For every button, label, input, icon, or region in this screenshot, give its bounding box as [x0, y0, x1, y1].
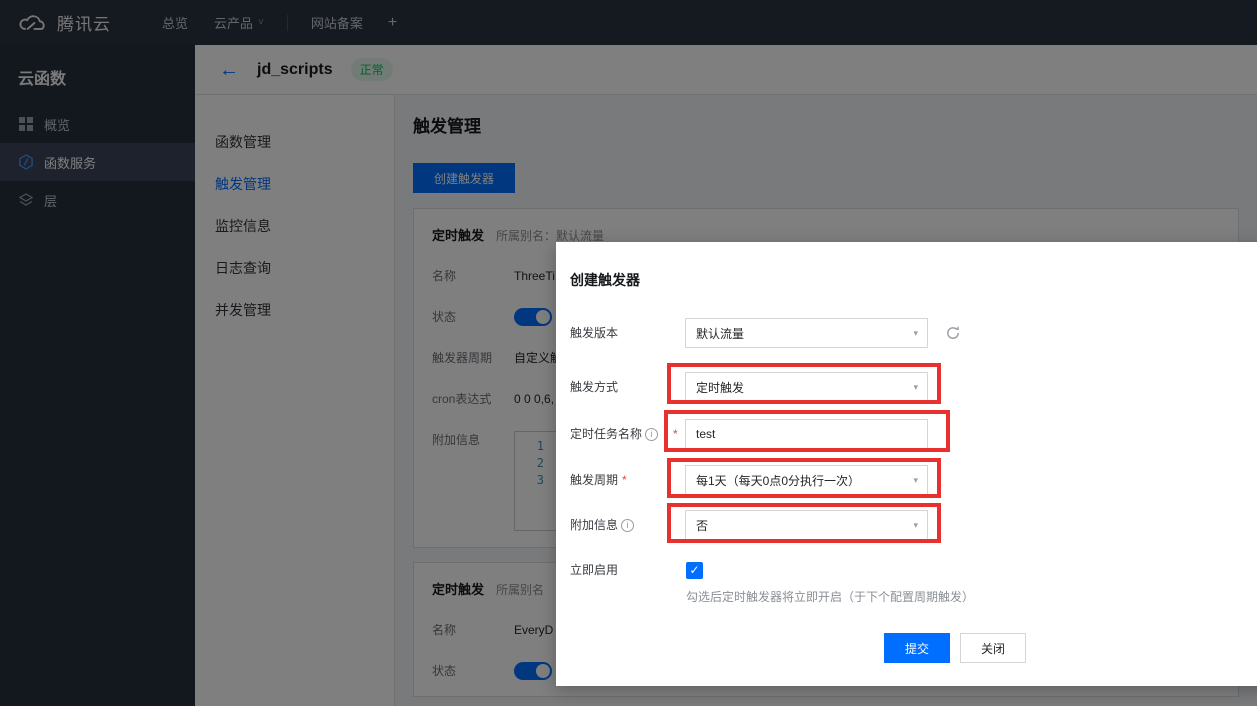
trigger-period-select[interactable]: 每1天（每天0点0分执行一次） ▾: [685, 465, 928, 495]
chevron-down-icon: ▾: [913, 373, 918, 401]
close-button[interactable]: 关闭: [960, 633, 1026, 663]
info-icon: i: [645, 428, 658, 441]
field-label: 附加信息: [570, 510, 618, 540]
refresh-icon[interactable]: [945, 325, 961, 341]
field-label: 触发方式: [570, 372, 618, 402]
chevron-down-icon: ▾: [913, 319, 918, 347]
required-marker: *: [673, 419, 678, 449]
field-label: 立即启用: [570, 555, 618, 585]
field-label: 触发版本: [570, 318, 618, 348]
trigger-method-select[interactable]: 定时触发 ▾: [685, 372, 928, 402]
field-label: 定时任务名称: [570, 419, 642, 449]
chevron-down-icon: ▾: [913, 466, 918, 494]
chevron-down-icon: ▾: [913, 511, 918, 539]
check-icon: ✓: [689, 563, 699, 577]
submit-button[interactable]: 提交: [884, 633, 950, 663]
field-label: 触发周期: [570, 465, 618, 495]
create-trigger-modal: 创建触发器 触发版本 默认流量 ▾ 触发方式 定时触发 ▾ 定时任务名称 i *…: [556, 242, 1257, 686]
task-name-input[interactable]: [685, 419, 928, 449]
trigger-version-select[interactable]: 默认流量 ▾: [685, 318, 928, 348]
required-marker: *: [622, 465, 627, 495]
enable-checkbox[interactable]: ✓: [686, 562, 703, 579]
app-root: 腾讯云 总览 云产品˅ 网站备案 + 云函数 概览 函数服务: [0, 0, 1257, 706]
enable-hint: 勾选后定时触发器将立即开启（于下个配置周期触发）: [686, 588, 974, 605]
modal-title: 创建触发器: [570, 270, 640, 290]
extra-info-select[interactable]: 否 ▾: [685, 510, 928, 540]
info-icon: i: [621, 519, 634, 532]
